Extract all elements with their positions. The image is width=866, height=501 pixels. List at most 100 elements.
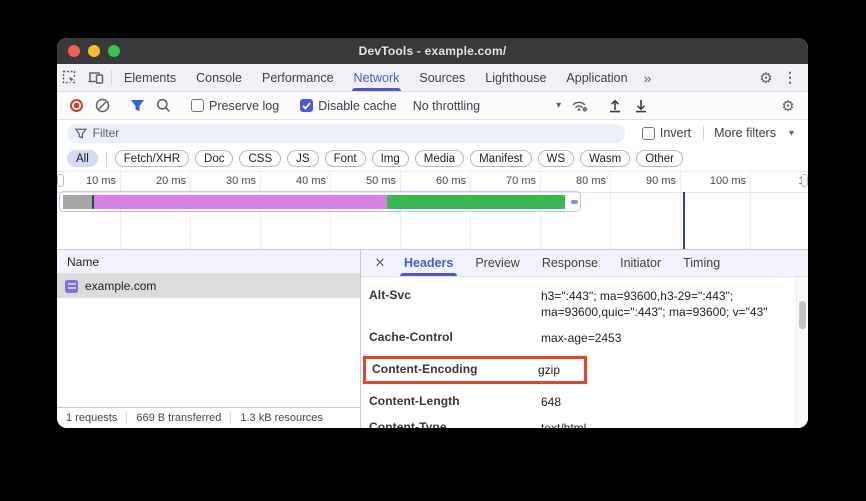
overview-left-handle[interactable] — [57, 174, 64, 187]
filter-funnel-small-icon — [75, 128, 87, 139]
details-tab-timing[interactable]: Timing — [672, 250, 731, 276]
header-value: h3=":443"; ma=93600,h3-29=":443"; ma=936… — [541, 288, 791, 320]
device-toolbar-icon[interactable] — [83, 64, 109, 91]
filter-chip-css[interactable]: CSS — [239, 150, 281, 167]
details-tab-preview[interactable]: Preview — [464, 250, 530, 276]
header-row-alt-svc: Alt-Svch3=":443"; ma=93600,h3-29=":443";… — [369, 283, 794, 325]
tab-application[interactable]: Application — [556, 64, 637, 91]
waterfall-segment-content-download — [387, 195, 565, 209]
details-scrollbar[interactable] — [796, 277, 808, 428]
overview-right-handle[interactable] — [801, 174, 808, 187]
finish-dash — [571, 200, 578, 204]
header-value: gzip — [538, 362, 578, 378]
zoom-window-button[interactable] — [108, 45, 120, 57]
timeline-tick-label: 20 ms — [156, 175, 186, 187]
status-item: 1.3 kB resources — [231, 412, 332, 424]
details-tab-response[interactable]: Response — [531, 250, 609, 276]
filter-chip-all[interactable]: All — [67, 150, 98, 167]
chip-divider — [106, 152, 107, 166]
network-toolbar: Preserve log Disable cache No throttling… — [57, 92, 808, 120]
document-icon — [65, 280, 78, 293]
header-name: Alt-Svc — [369, 288, 541, 302]
toolbar-divider — [703, 126, 704, 140]
tab-elements[interactable]: Elements — [114, 64, 186, 91]
close-window-button[interactable] — [68, 45, 80, 57]
header-name: Content-Length — [369, 394, 541, 408]
status-item: 1 requests — [57, 412, 126, 424]
filter-chip-doc[interactable]: Doc — [195, 150, 233, 167]
boundary-tick — [92, 195, 94, 209]
details-tab-initiator[interactable]: Initiator — [609, 250, 672, 276]
checkbox-unchecked[interactable] — [191, 99, 204, 112]
clear-network-log-icon[interactable] — [91, 95, 113, 117]
settings-gear-icon[interactable]: ⚙ — [754, 69, 778, 87]
header-row-content-length: Content-Length648 — [369, 389, 794, 415]
status-item: 669 B transferred — [127, 412, 230, 424]
filter-chip-manifest[interactable]: Manifest — [470, 150, 531, 167]
disable-cache-checkbox[interactable]: Disable cache — [296, 99, 401, 113]
preserve-log-checkbox[interactable]: Preserve log — [187, 99, 283, 113]
search-icon[interactable] — [152, 95, 174, 117]
throttling-dropdown[interactable]: No throttling ▾ — [413, 99, 561, 113]
name-column-header[interactable]: Name — [57, 250, 360, 274]
filter-chip-fetchxhr[interactable]: Fetch/XHR — [115, 150, 189, 167]
header-name: Content-Type — [369, 420, 541, 428]
tab-lighthouse[interactable]: Lighthouse — [475, 64, 556, 91]
invert-checkbox[interactable]: Invert — [636, 126, 697, 140]
inspect-element-icon[interactable] — [57, 64, 83, 91]
window-title: DevTools - example.com/ — [359, 44, 507, 58]
timeline-tick-label: 40 ms — [296, 175, 326, 187]
checkbox-unchecked[interactable] — [642, 127, 655, 140]
filter-chip-other[interactable]: Other — [636, 150, 683, 167]
more-filters-dropdown[interactable]: More filters ▾ — [710, 126, 798, 140]
tab-network[interactable]: Network — [344, 64, 410, 91]
header-row-cache-control: Cache-Controlmax-age=2453 — [369, 325, 794, 351]
timeline-gridline — [680, 172, 681, 249]
filter-chip-wasm[interactable]: Wasm — [580, 150, 630, 167]
more-tabs-chevron[interactable]: » — [638, 64, 658, 91]
record-network-log-button[interactable] — [65, 95, 87, 117]
tab-performance[interactable]: Performance — [252, 64, 344, 91]
main-tab-bar: ElementsConsolePerformanceNetworkSources… — [57, 64, 808, 92]
filter-chip-font[interactable]: Font — [325, 150, 366, 167]
timeline-tick-label: 50 ms — [366, 175, 396, 187]
checkbox-checked[interactable] — [300, 99, 313, 112]
request-details-pane: ✕ HeadersPreviewResponseInitiatorTiming … — [361, 250, 808, 428]
filter-chip-ws[interactable]: WS — [538, 150, 575, 167]
header-name: Cache-Control — [369, 330, 541, 344]
filter-input-box[interactable] — [67, 124, 625, 143]
filter-chip-js[interactable]: JS — [287, 150, 318, 167]
title-bar: DevTools - example.com/ — [57, 38, 808, 64]
tab-console[interactable]: Console — [186, 64, 252, 91]
chevron-down-icon: ▾ — [789, 128, 794, 139]
chevron-down-icon: ▾ — [556, 100, 561, 111]
filter-chip-img[interactable]: Img — [372, 150, 409, 167]
requests-pane: Name example.com 1 requests669 B transfe… — [57, 250, 361, 428]
minimize-window-button[interactable] — [88, 45, 100, 57]
filter-input[interactable] — [93, 126, 617, 140]
close-details-icon[interactable]: ✕ — [367, 250, 393, 276]
timeline-tick-label: 60 ms — [436, 175, 466, 187]
import-har-icon[interactable] — [604, 95, 626, 117]
timeline-tick-label: 10 ms — [86, 175, 116, 187]
header-row-content-type: Content-Typetext/html — [369, 415, 794, 428]
request-row-example-com[interactable]: example.com — [57, 274, 360, 298]
highlight-box: Content-Encodinggzip — [363, 356, 587, 384]
filter-funnel-icon[interactable] — [126, 95, 148, 117]
tab-sources[interactable]: Sources — [409, 64, 475, 91]
network-overview-timeline[interactable]: 10 ms20 ms30 ms40 ms50 ms60 ms70 ms80 ms… — [57, 172, 808, 250]
details-tab-headers[interactable]: Headers — [393, 250, 464, 276]
network-settings-gear-icon[interactable]: ⚙ — [776, 97, 800, 115]
waterfall-segment-request-response — [93, 195, 387, 209]
filter-chip-media[interactable]: Media — [415, 150, 464, 167]
event-line-dom-content-loaded — [683, 192, 685, 249]
header-value: text/html — [541, 420, 791, 428]
scrollbar-thumb[interactable] — [799, 301, 806, 329]
timeline-tick-label: 70 ms — [506, 175, 536, 187]
kebab-menu-icon[interactable]: ⋮ — [778, 69, 802, 86]
headers-list: Alt-Svch3=":443"; ma=93600,h3-29=":443";… — [361, 277, 808, 428]
network-status-bar: 1 requests669 B transferred1.3 kB resour… — [57, 407, 360, 428]
export-har-icon[interactable] — [630, 95, 652, 117]
timeline-tick-label: 30 ms — [226, 175, 256, 187]
network-conditions-icon[interactable] — [569, 95, 591, 117]
